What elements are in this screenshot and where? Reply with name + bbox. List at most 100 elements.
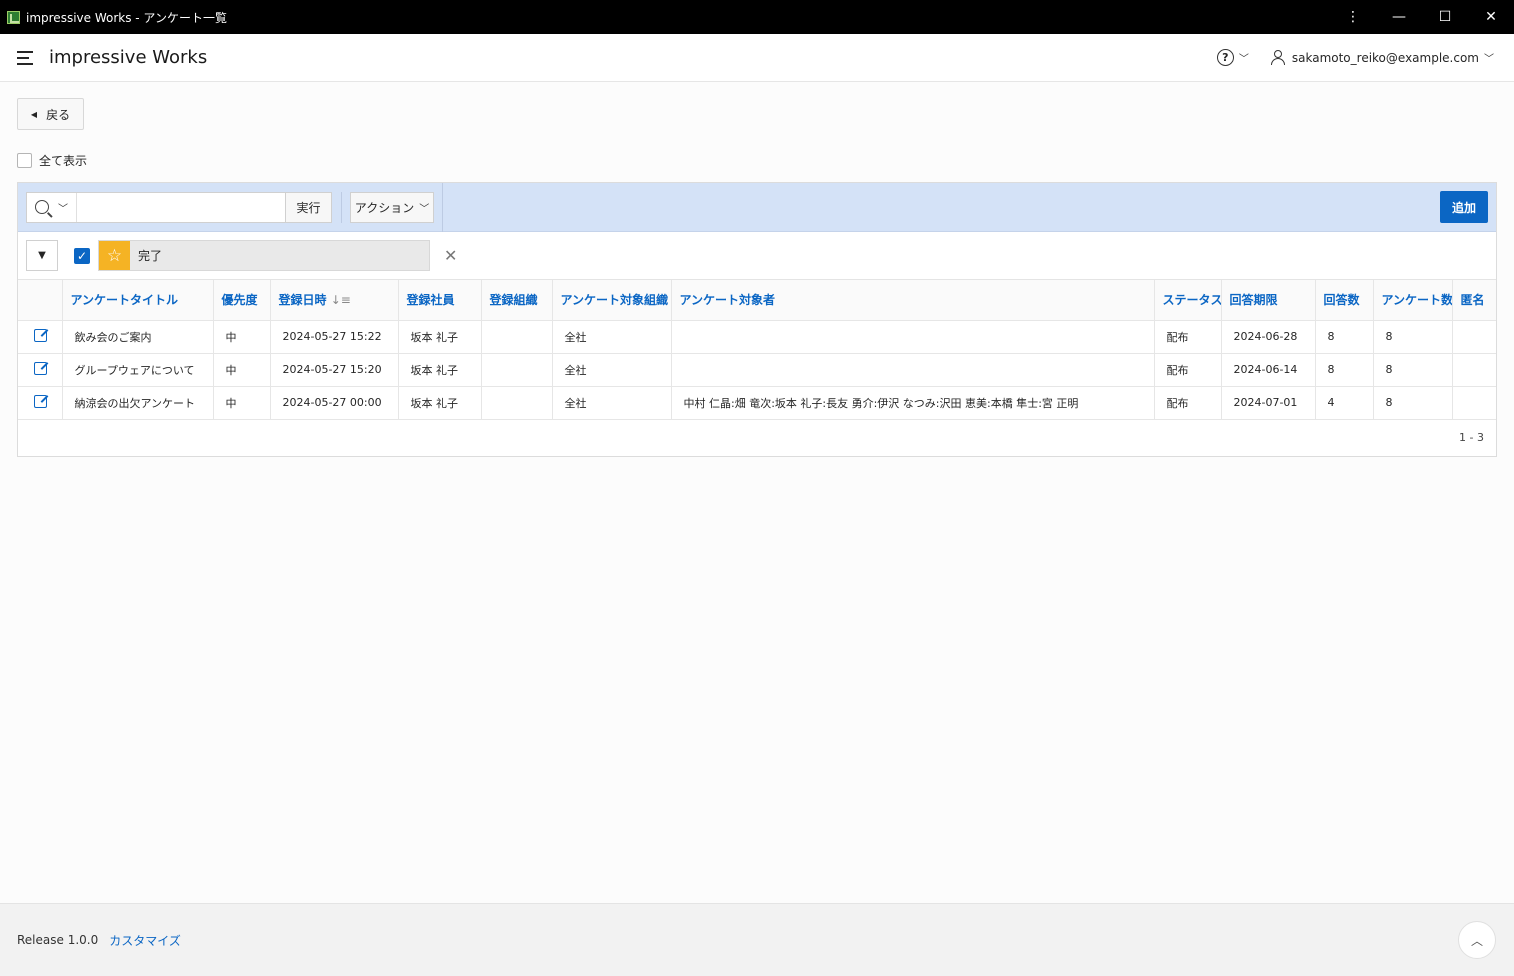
user-menu-button[interactable]: sakamoto_reiko@example.com ﹀: [1270, 50, 1494, 65]
sort-descending-icon: ↓≡: [330, 293, 351, 308]
customize-link[interactable]: カスタマイズ: [109, 932, 181, 949]
edit-icon[interactable]: [34, 394, 47, 408]
search-icon: [35, 200, 49, 214]
close-icon[interactable]: ✕: [1468, 0, 1514, 34]
show-all-label: 全て表示: [39, 154, 88, 168]
cell-deadline: 2024-06-28: [1221, 320, 1316, 354]
cell-registered-at: 2024-05-27 15:22: [270, 320, 399, 354]
cell-targets: [671, 320, 1155, 354]
cell-deadline: 2024-06-14: [1221, 353, 1316, 387]
column-header: [18, 280, 63, 321]
help-menu-button[interactable]: ? ﹀: [1216, 49, 1249, 66]
cell-deadline: 2024-07-01: [1221, 386, 1316, 420]
back-button[interactable]: ◀ 戻る: [17, 98, 84, 130]
edit-icon[interactable]: [34, 361, 47, 375]
scroll-to-top-button[interactable]: ︿: [1458, 921, 1496, 959]
column-header[interactable]: アンケート対象者: [671, 280, 1155, 321]
release-version: Release 1.0.0: [17, 933, 99, 947]
saved-report-chip[interactable]: ☆ 完了: [98, 240, 430, 271]
column-header-sorted[interactable]: 登録日時 ↓≡: [270, 280, 399, 321]
chevron-down-icon: ﹀: [419, 203, 430, 215]
filter-label: 完了: [138, 249, 163, 263]
column-header[interactable]: 匿名: [1452, 280, 1496, 321]
edit-cell: [18, 320, 63, 354]
remove-filter-icon[interactable]: ✕: [444, 246, 457, 265]
chevron-down-icon: ﹀: [1238, 54, 1249, 65]
add-button[interactable]: 追加: [1440, 191, 1488, 223]
edit-icon[interactable]: [34, 328, 47, 342]
minimize-icon[interactable]: —: [1376, 0, 1422, 34]
cell-employee: 坂本 礼子: [398, 320, 482, 354]
cell-target-org: 全社: [552, 353, 672, 387]
search-input[interactable]: [77, 192, 285, 222]
chevron-down-icon: ﹀: [1484, 54, 1494, 65]
show-all-checkbox[interactable]: [17, 153, 32, 168]
cell-registered-at: 2024-05-27 15:20: [270, 353, 399, 387]
cell-status: 配布: [1154, 320, 1222, 354]
cell-anonymous: [1452, 320, 1496, 354]
cell-title: グループウェアについて: [62, 353, 214, 387]
chevron-up-icon: ︿: [1470, 933, 1483, 948]
cell-anonymous: [1452, 353, 1496, 387]
pagination-info: 1 - 3: [1459, 431, 1484, 444]
table-row: 納涼会の出欠アンケート 中 2024-05-27 00:00 坂本 礼子 全社 …: [18, 386, 1496, 420]
cell-answers: 8: [1315, 353, 1374, 387]
cell-org: [481, 353, 553, 387]
show-all-checkbox-row[interactable]: 全て表示: [17, 152, 87, 169]
column-header[interactable]: アンケートタイトル: [62, 280, 214, 321]
page-footer: Release 1.0.0 カスタマイズ ︿: [0, 903, 1514, 976]
cell-targets: [671, 353, 1155, 387]
help-icon: ?: [1216, 49, 1234, 66]
search-group: ﹀ 実行: [26, 191, 332, 223]
app-name[interactable]: impressive Works: [49, 47, 207, 68]
cell-title: 納涼会の出欠アンケート: [62, 386, 214, 420]
cell-org: [481, 320, 553, 354]
actions-menu-button[interactable]: アクション ﹀: [350, 191, 434, 223]
actions-label: アクション: [354, 200, 415, 215]
cell-status: 配布: [1154, 353, 1222, 387]
column-header[interactable]: 優先度: [213, 280, 271, 321]
column-header[interactable]: 登録組織: [481, 280, 553, 321]
cell-title: 飲み会のご案内: [62, 320, 214, 354]
cell-surveys: 8: [1373, 353, 1453, 387]
column-header[interactable]: アンケート対象組織: [552, 280, 672, 321]
cell-anonymous: [1452, 386, 1496, 420]
cell-priority: 中: [213, 386, 271, 420]
header-right: ? ﹀ sakamoto_reiko@example.com ﹀: [1216, 49, 1494, 66]
chevron-down-icon: ﹀: [58, 203, 68, 215]
cell-status: 配布: [1154, 386, 1222, 420]
user-email: sakamoto_reiko@example.com: [1291, 50, 1479, 65]
edit-cell: [18, 353, 63, 387]
column-header[interactable]: 回答数: [1315, 280, 1374, 321]
column-header[interactable]: 回答期限: [1221, 280, 1316, 321]
cell-target-org: 全社: [552, 386, 672, 420]
cell-org: [481, 386, 553, 420]
survey-table: アンケートタイトル 優先度 登録日時 ↓≡ 登録社員 登録組織 アンケート対象組…: [18, 280, 1496, 420]
window-menu-icon[interactable]: ⋮: [1330, 0, 1376, 34]
cell-answers: 4: [1315, 386, 1374, 420]
cell-priority: 中: [213, 353, 271, 387]
maximize-icon[interactable]: ☐: [1422, 0, 1468, 34]
hamburger-menu-icon[interactable]: [17, 50, 35, 65]
report-toolbar: ﹀ 実行 アクション ﹀ 追加: [18, 182, 1496, 232]
go-button[interactable]: 実行: [285, 192, 331, 222]
column-header[interactable]: 登録社員: [398, 280, 482, 321]
cell-employee: 坂本 礼子: [398, 353, 482, 387]
table-header-row: アンケートタイトル 優先度 登録日時 ↓≡ 登録社員 登録組織 アンケート対象組…: [18, 280, 1496, 321]
column-header[interactable]: ステータス: [1154, 280, 1222, 321]
collapse-filters-button[interactable]: ▼: [26, 240, 58, 271]
cell-surveys: 8: [1373, 320, 1453, 354]
window-titlebar: impressive Works - アンケート一覧 ⋮ — ☐ ✕: [0, 0, 1514, 34]
back-button-label: 戻る: [46, 107, 71, 122]
filter-enabled-checkbox[interactable]: ✓: [74, 247, 90, 264]
window-controls: ⋮ — ☐ ✕: [1330, 0, 1514, 34]
cell-priority: 中: [213, 320, 271, 354]
cell-surveys: 8: [1373, 386, 1453, 420]
app-header: impressive Works ? ﹀ sakamoto_reiko@exam…: [0, 34, 1514, 82]
cell-targets: 中村 仁晶:畑 竜次:坂本 礼子:長友 勇介:伊沢 なつみ:沢田 恵美:本橋 隼…: [671, 386, 1155, 420]
search-column-button[interactable]: ﹀: [27, 192, 77, 222]
column-header[interactable]: アンケート数: [1373, 280, 1453, 321]
window-title: impressive Works - アンケート一覧: [26, 10, 227, 25]
cell-registered-at: 2024-05-27 00:00: [270, 386, 399, 420]
user-icon: [1270, 50, 1285, 65]
